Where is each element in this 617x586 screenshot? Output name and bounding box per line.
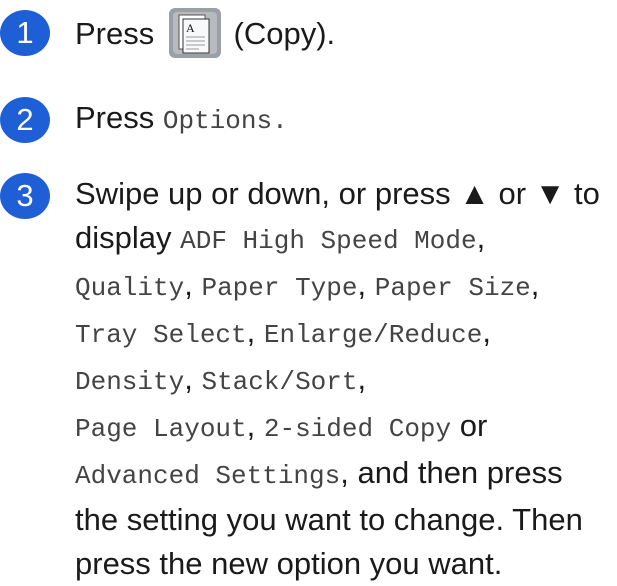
step-text: Press A (Copy). (75, 8, 611, 61)
copy-icon[interactable]: A (168, 8, 221, 58)
copy-label: (Copy). (233, 16, 336, 52)
option-page-layout: Page Layout (75, 414, 247, 444)
period: . (272, 106, 288, 136)
or-word: or (459, 408, 488, 443)
step-text: Swipe up or down, or press ▲ or ▼ to dis… (75, 176, 600, 581)
step-2: 2 Press Options. (0, 96, 617, 143)
press-label: Press (75, 100, 155, 135)
step-1: 1 Press A (Copy). (0, 8, 617, 60)
option-density: Density (75, 367, 185, 397)
option-quality: Quality (75, 273, 185, 303)
option-paper-size: Paper Size (374, 273, 531, 303)
option-tray-select: Tray Select (75, 320, 247, 350)
copy-icon-letter: A (186, 21, 195, 35)
option-stack-sort: Stack/Sort (201, 367, 358, 397)
option-enlarge-reduce: Enlarge/Reduce (263, 320, 483, 350)
option-2-sided-copy: 2-sided Copy (263, 414, 452, 444)
step-number-badge: 1 (0, 10, 50, 56)
press-label: Press (75, 16, 155, 52)
step-text: Press Options. (75, 96, 611, 143)
step-number-badge: 3 (0, 173, 50, 219)
option-adf-high-speed-mode: ADF High Speed Mode (180, 226, 477, 256)
copy-icon-graphic: A (168, 8, 221, 58)
options-button-label: Options (162, 106, 273, 136)
option-paper-type: Paper Type (201, 273, 358, 303)
step-number-badge: 2 (0, 97, 50, 143)
option-advanced-settings: Advanced Settings (75, 461, 341, 491)
